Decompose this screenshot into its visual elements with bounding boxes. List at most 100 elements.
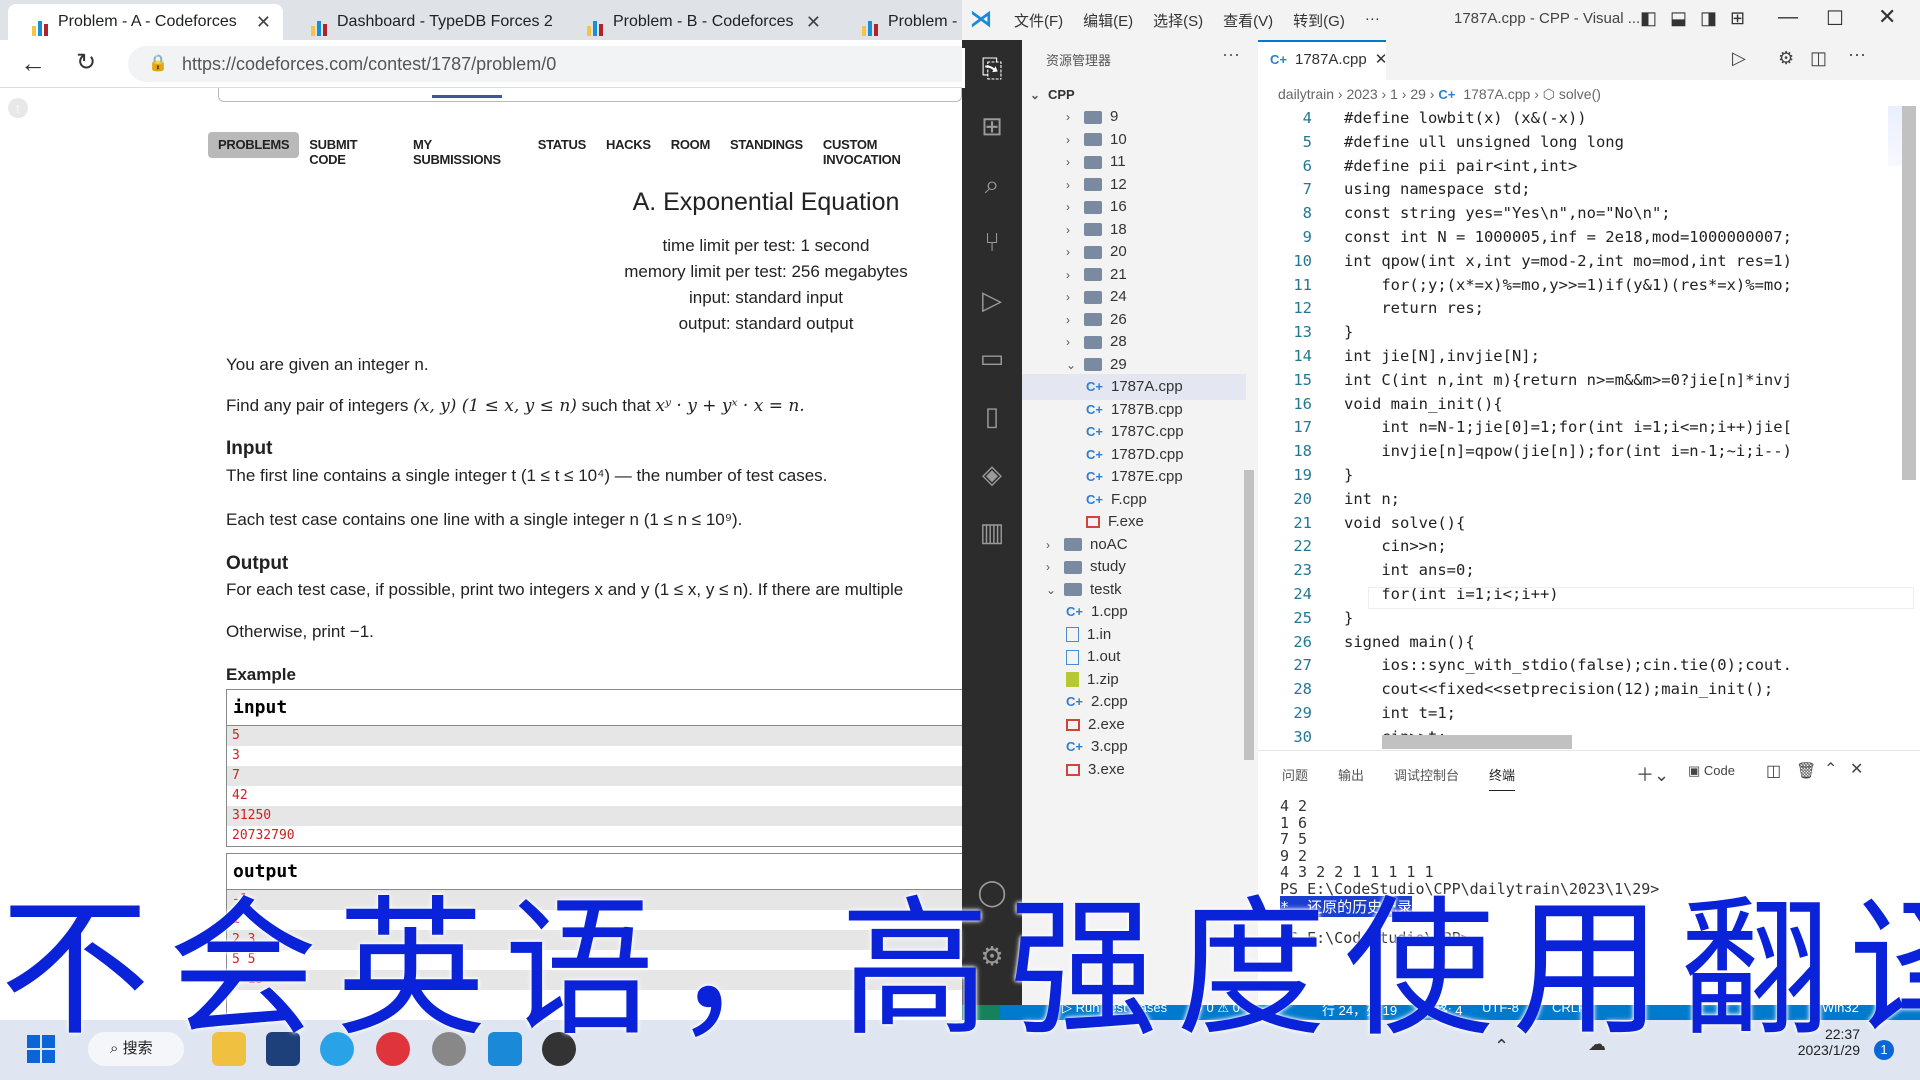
menu-selection[interactable]: 选择(S) xyxy=(1153,10,1203,31)
tree-item-label: 3.cpp xyxy=(1090,738,1128,755)
layout-icon[interactable]: ⊞ xyxy=(1730,8,1745,29)
tree-item-label: 2.exe xyxy=(1088,715,1125,733)
scroll-top-icon[interactable]: ↑ xyxy=(8,98,28,118)
example-input-line: 42 xyxy=(232,788,248,803)
close-icon[interactable]: ✕ xyxy=(1375,51,1388,68)
editor-tab-1787a[interactable]: C+ 1787A.cpp ✕ xyxy=(1258,40,1388,80)
codeforces-icon xyxy=(32,14,50,36)
new-terminal-icon[interactable]: ＋⌄ xyxy=(1636,761,1669,787)
menu-view[interactable]: 查看(V) xyxy=(1223,10,1273,31)
menu-go[interactable]: 转到(G) xyxy=(1293,10,1345,31)
panel-tab-terminal[interactable]: 终端 xyxy=(1489,765,1516,791)
more-actions-icon[interactable]: ··· xyxy=(1222,44,1240,65)
menu-problems[interactable]: PROBLEMS xyxy=(208,132,300,158)
trash-icon[interactable]: 🗑 xyxy=(1796,761,1816,781)
terminal-code-profile[interactable]: ▣ Code xyxy=(1688,763,1735,779)
close-window-icon[interactable]: ✕ xyxy=(1878,4,1896,30)
explorer-icon[interactable]: ⎘ xyxy=(976,52,1008,84)
breadcrumb-item[interactable]: dailytrain xyxy=(1278,86,1334,102)
code-text: cout<<fixed<<setprecision(12);main_init(… xyxy=(1344,680,1774,699)
python-icon[interactable]: ◈ xyxy=(976,458,1008,490)
breadcrumb-item[interactable]: 29 xyxy=(1410,86,1426,102)
breadcrumb-item[interactable]: 2023 xyxy=(1346,86,1377,102)
example-input-line: 7 xyxy=(227,766,962,786)
remote-explorer-icon[interactable]: ▭ xyxy=(976,342,1008,374)
line-number: 4 xyxy=(1302,109,1312,127)
statement-math: (x, y) (1 ≤ x, y ≤ n) xyxy=(413,396,577,416)
menu-my-submissions[interactable]: MY SUBMISSIONS xyxy=(403,132,528,167)
line-number: 17 xyxy=(1293,418,1312,437)
browser-tab-dashboard[interactable]: Dashboard - TypeDB Forces 2 xyxy=(287,4,557,40)
line-number: 25 xyxy=(1293,608,1312,627)
back-icon[interactable]: ← xyxy=(20,48,46,79)
toggle-secondary-icon[interactable]: ◨ xyxy=(1700,8,1717,29)
folder-icon xyxy=(1084,110,1102,124)
line-number: 26 xyxy=(1293,632,1312,651)
menu-standings[interactable]: STANDINGS xyxy=(720,132,813,158)
url-input[interactable]: 🔒 https://codeforces.com/contest/1787/pr… xyxy=(128,46,962,82)
notebook-icon[interactable]: ▯ xyxy=(976,400,1008,432)
code-line: 19} xyxy=(1258,463,1858,487)
maximize-icon[interactable]: ☐ xyxy=(1826,6,1844,31)
toggle-panel-icon[interactable]: ⬓ xyxy=(1670,8,1687,29)
chart-icon[interactable]: ▥ xyxy=(976,516,1008,548)
breadcrumb-item[interactable]: 1787A.cpp xyxy=(1463,86,1530,102)
maximize-panel-icon[interactable]: ⌃ xyxy=(1824,759,1837,779)
reload-icon[interactable]: ↻ xyxy=(76,48,96,77)
cpp-file-icon: C+ xyxy=(1438,87,1456,102)
browser-tab-problem-a[interactable]: Problem - A - Codeforces ✕ xyxy=(8,4,283,40)
code-text: int t=1; xyxy=(1344,704,1456,722)
menu-status[interactable]: STATUS xyxy=(528,132,596,158)
close-panel-icon[interactable]: ✕ xyxy=(1850,759,1863,779)
split-editor-icon[interactable]: ◫ xyxy=(1810,48,1827,69)
source-control-icon[interactable]: ⑂ xyxy=(976,226,1008,258)
horizontal-scrollbar[interactable] xyxy=(1382,735,1572,749)
vertical-scrollbar[interactable] xyxy=(1902,106,1916,480)
menu-hacks[interactable]: HACKS xyxy=(596,132,661,158)
code-editor[interactable]: 4 #define lowbit(x) (x&(-x)) 5 #define ull … xyxy=(1258,106,1858,750)
code-line: 14 int jie[N],invjie[N]; xyxy=(1258,344,1858,368)
browser-tab-problem-b[interactable]: Problem - B - Codeforces ✕ xyxy=(563,4,833,40)
search-icon[interactable]: ⌕ xyxy=(976,168,1008,200)
code-line: 29 int t=1; xyxy=(1258,701,1858,725)
output-heading: Output xyxy=(226,553,289,574)
menu-room[interactable]: ROOM xyxy=(661,132,720,158)
folder-icon xyxy=(1084,155,1102,169)
run-debug-icon[interactable]: ▷ xyxy=(976,284,1008,316)
terminal-line: 4 3 2 2 1 1 1 1 1 xyxy=(1280,863,1434,881)
settings-icon[interactable]: ⚙ xyxy=(1778,48,1794,69)
input-description-2: Each test case contains one line with a … xyxy=(226,510,743,529)
browser-tab-problem-c[interactable]: Problem - C xyxy=(838,4,962,40)
split-terminal-icon[interactable]: ◫ xyxy=(1766,761,1781,781)
breadcrumb-item[interactable]: 1 xyxy=(1390,86,1398,102)
menu-file[interactable]: 文件(F) xyxy=(1014,10,1063,31)
code-text: #define ull unsigned long long xyxy=(1344,132,1624,151)
folder-icon xyxy=(1084,133,1102,147)
close-icon[interactable]: ✕ xyxy=(256,4,271,40)
more-actions-icon[interactable]: ··· xyxy=(1848,44,1866,65)
exe-file-icon xyxy=(1066,763,1080,776)
minimize-icon[interactable]: — xyxy=(1778,6,1798,29)
code-line: 27 ios::sync_with_stdio(false);cin.tie(0… xyxy=(1258,653,1858,677)
zip-file-icon xyxy=(1066,672,1079,688)
folder-icon xyxy=(1084,335,1102,349)
explorer-scrollbar[interactable] xyxy=(1244,470,1254,760)
code-text: int n; xyxy=(1344,489,1400,508)
tree-item-label: 24 xyxy=(1110,288,1127,305)
toggle-sidebar-icon[interactable]: ◧ xyxy=(1640,8,1657,29)
extensions-icon[interactable]: ⊞ xyxy=(976,110,1008,142)
menu-more[interactable]: ··· xyxy=(1365,10,1380,31)
panel-tab-output[interactable]: 输出 xyxy=(1338,765,1364,791)
breadcrumb-item[interactable]: solve() xyxy=(1559,86,1601,102)
terminal-line: 4 2 xyxy=(1280,797,1308,815)
panel-tab-debug-console[interactable]: 调试控制台 xyxy=(1394,765,1459,791)
run-icon[interactable]: ▷ xyxy=(1732,48,1746,69)
line-number: 18 xyxy=(1293,442,1312,461)
tree-item[interactable]: 3.exe xyxy=(1066,757,1246,783)
close-icon[interactable]: ✕ xyxy=(806,4,821,40)
menu-custom-invocation[interactable]: CUSTOM INVOCATION xyxy=(813,132,962,167)
menu-edit[interactable]: 编辑(E) xyxy=(1083,10,1133,31)
line-number: 15 xyxy=(1293,370,1312,389)
menu-submit-code[interactable]: SUBMIT CODE xyxy=(299,132,403,167)
panel-tab-problems[interactable]: 问题 xyxy=(1282,765,1308,791)
